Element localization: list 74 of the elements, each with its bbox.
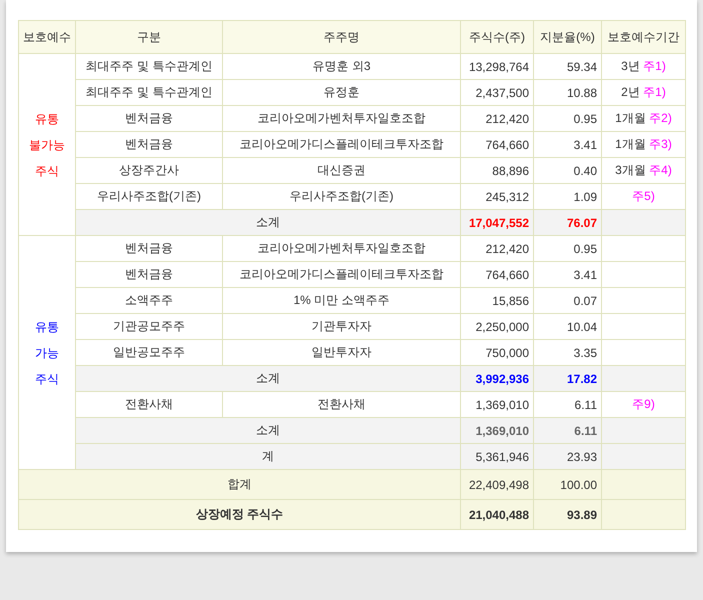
table-cell: 764,660 <box>460 132 534 158</box>
table-cell: 기관투자자 <box>222 314 460 340</box>
table-cell: 소계 <box>76 418 460 444</box>
footnote-ref: 주1) <box>643 59 666 73</box>
table-cell: 0.95 <box>534 106 602 132</box>
group-label: 유통 불가능 주식 <box>18 54 76 236</box>
table-cell: 벤처금융 <box>76 106 222 132</box>
footnote-ref: 주3) <box>649 137 672 151</box>
column-header: 보호예수 <box>18 20 76 54</box>
table-cell: 3.41 <box>534 132 602 158</box>
table-cell: 소계 <box>76 210 460 236</box>
footnote-ref: 주2) <box>649 111 672 125</box>
table-cell: 3개월 주4) <box>602 158 686 184</box>
table-cell: 88,896 <box>460 158 534 184</box>
table-cell: 100.00 <box>534 470 602 500</box>
table-cell: 1개월 주3) <box>602 132 686 158</box>
table-cell: 1,369,010 <box>460 418 534 444</box>
table-cell: 유명훈 외3 <box>222 54 460 80</box>
table-cell: 1% 미만 소액주주 <box>222 288 460 314</box>
table-cell: 3년 주1) <box>602 54 686 80</box>
column-header: 보호예수기간 <box>602 20 686 54</box>
table-cell: 유정훈 <box>222 80 460 106</box>
table-cell: 벤처금융 <box>76 132 222 158</box>
table-cell: 10.88 <box>534 80 602 106</box>
table-cell: 13,298,764 <box>460 54 534 80</box>
table-cell: 59.34 <box>534 54 602 80</box>
footnote-ref: 주9) <box>632 397 655 411</box>
table-cell: 소계 <box>76 366 460 392</box>
column-header: 주주명 <box>222 20 460 54</box>
table-cell: 17,047,552 <box>460 210 534 236</box>
table-cell: 2년 주1) <box>602 80 686 106</box>
table-cell: 10.04 <box>534 314 602 340</box>
column-header: 구분 <box>76 20 222 54</box>
table-cell: 17.82 <box>534 366 602 392</box>
table-cell: 2,250,000 <box>460 314 534 340</box>
table-cell: 코리아오메가디스플레이테크투자조합 <box>222 132 460 158</box>
table-cell: 최대주주 및 특수관계인 <box>76 54 222 80</box>
table-cell: 212,420 <box>460 236 534 262</box>
table-cell: 코리아오메가디스플레이테크투자조합 <box>222 262 460 288</box>
table-cell: 6.11 <box>534 418 602 444</box>
table-cell: 0.07 <box>534 288 602 314</box>
footnote-ref: 주5) <box>632 189 655 203</box>
column-header: 주식수(주) <box>460 20 534 54</box>
table-cell: 코리아오메가벤처투자일호조합 <box>222 106 460 132</box>
table-cell: 소액주주 <box>76 288 222 314</box>
table-cell: 코리아오메가벤처투자일호조합 <box>222 236 460 262</box>
table-cell: 764,660 <box>460 262 534 288</box>
table-cell: 3.41 <box>534 262 602 288</box>
footnote-ref: 주1) <box>643 85 666 99</box>
table-cell: 5,361,946 <box>460 444 534 470</box>
column-header: 지분율(%) <box>534 20 602 54</box>
table-cell: 76.07 <box>534 210 602 236</box>
table-cell: 21,040,488 <box>460 500 534 530</box>
table-cell: 벤처금융 <box>76 262 222 288</box>
table-cell: 1개월 주2) <box>602 106 686 132</box>
table-cell: 22,409,498 <box>460 470 534 500</box>
table-cell: 23.93 <box>534 444 602 470</box>
footnote-ref: 주4) <box>649 163 672 177</box>
table-cell: 0.40 <box>534 158 602 184</box>
group-label: 유통 가능 주식 <box>18 236 76 470</box>
table-cell: 15,856 <box>460 288 534 314</box>
table-cell: 0.95 <box>534 236 602 262</box>
table-cell: 상장예정 주식수 <box>18 500 460 530</box>
table-cell: 합계 <box>18 470 460 500</box>
table-cell: 벤처금융 <box>76 236 222 262</box>
table-cell: 212,420 <box>460 106 534 132</box>
table-cell: 93.89 <box>534 500 602 530</box>
table-cell: 대신증권 <box>222 158 460 184</box>
table-cell: 계 <box>76 444 460 470</box>
table-cell: 상장주간사 <box>76 158 222 184</box>
table-cell: 2,437,500 <box>460 80 534 106</box>
table-cell: 3,992,936 <box>460 366 534 392</box>
table-cell: 최대주주 및 특수관계인 <box>76 80 222 106</box>
table-cell: 기관공모주주 <box>76 314 222 340</box>
